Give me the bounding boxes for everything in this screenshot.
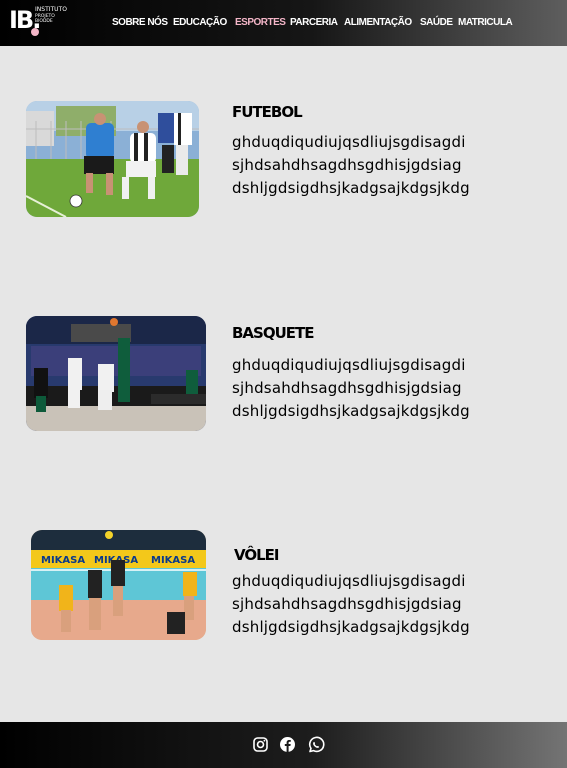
basketball-photo: [26, 316, 206, 431]
nav-item-sobre-nos[interactable]: SOBRE NÓS: [112, 17, 168, 28]
nav-item-parceria[interactable]: PARCERIA: [290, 17, 338, 28]
logo-line-3: BIODDE: [35, 19, 53, 24]
sport-title-basquete: BASQUETE: [232, 324, 315, 342]
mikasa-banner-3: MIKASA: [151, 555, 195, 566]
football-photo: [26, 101, 199, 217]
logo-dot: [31, 28, 39, 36]
sport-text-futebol: ghduqdiqudiujqsdliujsgdisagdi sjhdsahdhs…: [232, 133, 470, 197]
site-header: IB. INSTITUTO PROJETO BIODDE SOBRE NÓS E…: [0, 0, 567, 46]
nav-item-saude[interactable]: SAÚDE: [420, 17, 453, 28]
facebook-icon[interactable]: [279, 736, 297, 754]
volleyball-photo: MIKASA MIKASA MIKASA: [31, 530, 206, 640]
sport-title-volei: VÔLEI: [234, 546, 279, 564]
nav-item-educacao[interactable]: EDUCAÇÃO: [173, 17, 227, 28]
whatsapp-icon[interactable]: [307, 736, 325, 754]
brand-logo[interactable]: IB. INSTITUTO PROJETO BIODDE: [9, 6, 69, 38]
mikasa-banner-1: MIKASA: [41, 555, 85, 566]
nav-item-alimentacao[interactable]: ALIMENTAÇÃO: [344, 17, 412, 28]
nav-item-matricula[interactable]: MATRICULA: [458, 17, 513, 28]
site-footer: [0, 722, 567, 768]
nav-item-esportes[interactable]: ESPORTES: [235, 17, 286, 28]
sport-text-basquete: ghduqdiqudiujqsdliujsgdisagdi sjhdsahdhs…: [232, 356, 470, 420]
sport-text-volei: ghduqdiqudiujqsdliujsgdisagdi sjhdsahdhs…: [232, 572, 470, 636]
instagram-icon[interactable]: [252, 736, 270, 754]
sport-title-futebol: FUTEBOL: [232, 103, 303, 121]
logo-line-1: INSTITUTO: [35, 6, 67, 13]
